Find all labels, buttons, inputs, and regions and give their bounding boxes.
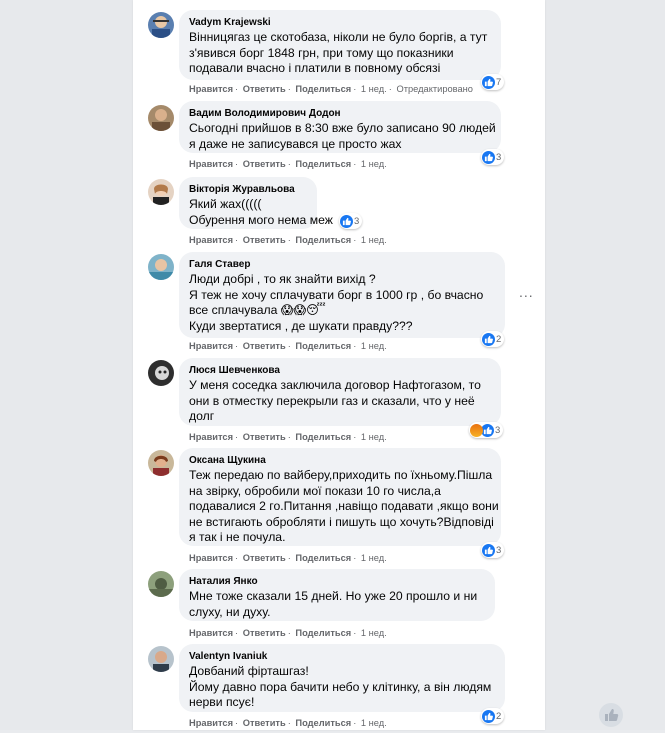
share-button[interactable]: Поделиться (295, 628, 351, 638)
comment-text: Який жах((((( Обурення мого нема меж (189, 197, 333, 227)
like-button[interactable]: Нравится (189, 84, 233, 94)
comment-text: Люди добрі , то як знайти вихід ? Я теж … (189, 272, 484, 333)
reaction-summary[interactable]: 3 (469, 422, 504, 438)
comment-bubble: Галя Ставер Люди добрі , то як знайти ви… (179, 252, 505, 338)
comment-bubble: Вадим Володимирович Додон Сьогодні прийш… (179, 101, 501, 153)
page-background-left (0, 0, 133, 730)
reply-button[interactable]: Ответить (243, 341, 286, 351)
comment-bubble: Valentyn Ivaniuk Довбаний фірташгаз! Йом… (179, 644, 505, 712)
comment-actions: Нравится · Ответить · Поделиться · 1 нед. (189, 553, 387, 563)
reaction-summary[interactable]: 3 (339, 213, 363, 229)
comment-actions: Нравится · Ответить · Поделиться · 1 нед. · … (189, 84, 473, 94)
reaction-count: 7 (496, 76, 502, 88)
reaction-count: 3 (496, 151, 502, 163)
reply-button[interactable]: Ответить (243, 235, 286, 245)
comment-author[interactable]: Галя Ставер (189, 258, 495, 271)
reply-button[interactable]: Ответить (243, 432, 286, 442)
share-button[interactable]: Поделиться (295, 159, 351, 169)
avatar[interactable] (148, 254, 174, 280)
comment-timestamp[interactable]: 1 нед. (361, 235, 387, 245)
like-button[interactable]: Нравится (189, 718, 233, 728)
reply-button[interactable]: Ответить (243, 159, 286, 169)
avatar[interactable] (148, 450, 174, 476)
comment-timestamp[interactable]: 1 нед. (361, 628, 387, 638)
share-button[interactable]: Поделиться (295, 84, 351, 94)
comment-author[interactable]: Вадим Володимирович Додон (189, 107, 491, 120)
share-button[interactable]: Поделиться (295, 341, 351, 351)
comment-bubble: Vadym Krajewski Вінницягаз це скотобаза,… (179, 10, 501, 80)
like-icon (598, 702, 624, 728)
comment-timestamp[interactable]: 1 нед. (361, 84, 387, 94)
like-button[interactable]: Нравится (189, 341, 233, 351)
like-button[interactable]: Нравится (189, 159, 233, 169)
comment-author[interactable]: Vadym Krajewski (189, 16, 491, 29)
reaction-count: 3 (496, 544, 502, 556)
edited-label: Отредактировано (396, 84, 473, 94)
comment-actions: Нравится · Ответить · Поделиться · 1 нед. (189, 159, 387, 169)
like-icon (482, 332, 495, 346)
comment-timestamp[interactable]: 1 нед. (361, 553, 387, 563)
reaction-summary[interactable]: 7 (481, 74, 505, 90)
like-icon (482, 709, 495, 723)
like-icon (340, 214, 353, 228)
comment-author[interactable]: Вікторія Журавльова (189, 183, 307, 196)
comment-author[interactable]: Люся Шевченкова (189, 364, 491, 377)
comment-text: Мне тоже сказали 15 дней. Но уже 20 прош… (189, 589, 478, 619)
comment-actions: Нравится · Ответить · Поделиться · 1 нед. (189, 718, 387, 728)
share-button[interactable]: Поделиться (295, 235, 351, 245)
comment-text: Вінницягаз це скотобаза, ніколи не було … (189, 30, 488, 75)
avatar[interactable] (148, 12, 174, 38)
comment-timestamp[interactable]: 1 нед. (361, 432, 387, 442)
avatar[interactable] (148, 179, 174, 205)
reaction-summary[interactable]: 2 (481, 331, 505, 347)
reply-button[interactable]: Ответить (243, 718, 286, 728)
reaction-summary[interactable]: 2 (481, 708, 505, 724)
share-button[interactable]: Поделиться (295, 718, 351, 728)
share-button[interactable]: Поделиться (295, 553, 351, 563)
comment-bubble: Оксана Щукина Теж передаю по вайберу,при… (179, 448, 501, 546)
comment-author[interactable]: Valentyn Ivaniuk (189, 650, 495, 663)
comment-actions: Нравится · Ответить · Поделиться · 1 нед. (189, 628, 387, 638)
like-button[interactable]: Нравится (189, 235, 233, 245)
comment-text: Довбаний фірташгаз! Йому давно пора бачи… (189, 664, 492, 709)
comments-panel: Vadym Krajewski Вінницягаз це скотобаза,… (133, 0, 545, 730)
avatar[interactable] (148, 646, 174, 672)
reaction-summary[interactable]: 3 (481, 149, 505, 165)
like-icon (482, 75, 495, 89)
comment-author[interactable]: Оксана Щукина (189, 454, 491, 467)
share-button[interactable]: Поделиться (295, 432, 351, 442)
comment-actions: Нравится · Ответить · Поделиться · 1 нед. (189, 235, 387, 245)
avatar[interactable] (148, 360, 174, 386)
reply-button[interactable]: Ответить (243, 84, 286, 94)
like-icon (482, 543, 495, 557)
reaction-count: 2 (496, 710, 502, 722)
comment-actions: Нравится · Ответить · Поделиться · 1 нед. (189, 341, 387, 351)
reaction-count: 3 (495, 424, 501, 436)
comment-actions: Нравится · Ответить · Поделиться · 1 нед. (189, 432, 387, 442)
comment-bubble: Люся Шевченкова У меня соседка заключила… (179, 358, 501, 426)
comment-timestamp[interactable]: 1 нед. (361, 159, 387, 169)
comment-timestamp[interactable]: 1 нед. (361, 718, 387, 728)
comment-text: Сьогодні прийшов в 8:30 вже було записан… (189, 121, 496, 151)
reaction-summary[interactable]: 3 (481, 542, 505, 558)
like-icon (482, 150, 495, 164)
like-button[interactable]: Нравится (189, 628, 233, 638)
avatar[interactable] (148, 105, 174, 131)
avatar[interactable] (148, 571, 174, 597)
angry-icon (470, 423, 483, 437)
like-button[interactable]: Нравится (189, 553, 233, 563)
reply-button[interactable]: Ответить (243, 628, 286, 638)
reaction-count: 2 (496, 333, 502, 345)
reaction-count: 3 (354, 215, 360, 227)
comment-text: Теж передаю по вайберу,приходить по їхнь… (189, 468, 499, 544)
reply-button[interactable]: Ответить (243, 553, 286, 563)
more-options-button[interactable]: ... (519, 284, 534, 300)
comment-bubble: Наталия Янко Мне тоже сказали 15 дней. Н… (179, 569, 495, 621)
comment-author[interactable]: Наталия Янко (189, 575, 485, 588)
comment-bubble: Вікторія Журавльова Який жах((((( Обурен… (179, 177, 333, 229)
page-background-right (545, 0, 665, 730)
like-button[interactable]: Нравится (189, 432, 233, 442)
comment-text: У меня соседка заключила договор Нафтога… (189, 378, 481, 423)
comment-timestamp[interactable]: 1 нед. (361, 341, 387, 351)
